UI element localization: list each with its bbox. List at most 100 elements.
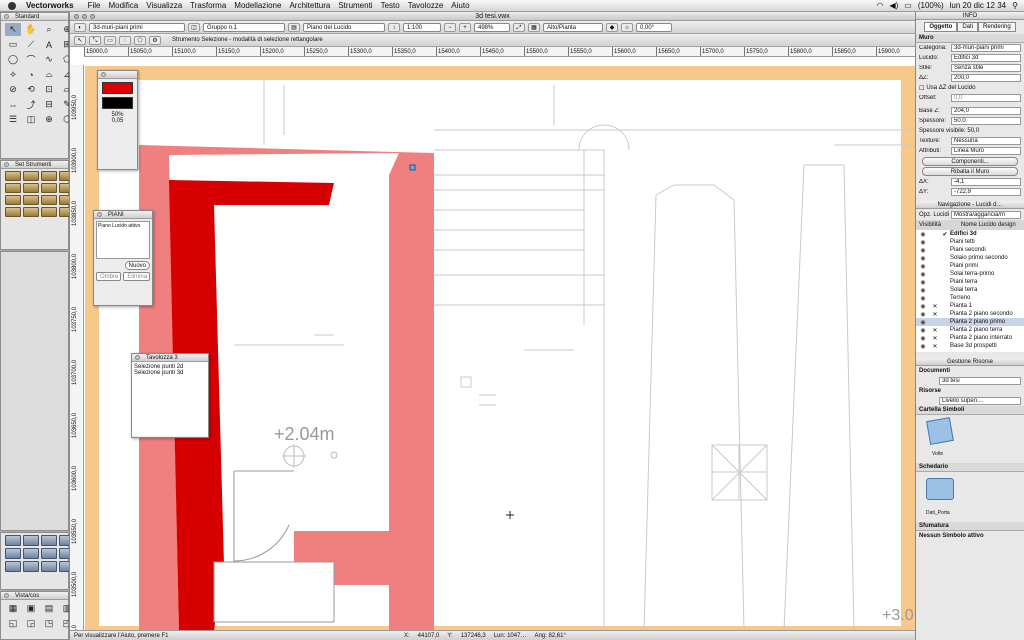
eye-icon[interactable]: ◉ [916, 247, 930, 254]
resource-filter[interactable]: Livello superi… [939, 397, 1021, 405]
zoom-out-icon[interactable]: − [444, 22, 456, 32]
minimize-icon[interactable] [82, 14, 87, 19]
layer-icon[interactable]: ▤ [288, 22, 300, 32]
list-item[interactable]: Selezione punti 3d [134, 370, 206, 376]
close-icon[interactable] [135, 355, 140, 360]
layer-row[interactable]: ◉ Piani tetti [916, 238, 1024, 246]
layer-row[interactable]: ◉ Solai terra [916, 286, 1024, 294]
symbol-thumbnail[interactable] [926, 478, 954, 500]
architecture-tool-icon[interactable] [23, 561, 39, 572]
new-button[interactable]: Nuovo [124, 261, 150, 270]
menu-architettura[interactable]: Architettura [285, 0, 334, 12]
clip-tool-icon[interactable]: ⊟ [41, 98, 57, 111]
toolset-icon[interactable] [5, 195, 21, 205]
close-icon[interactable] [4, 162, 9, 167]
polygon-select-icon[interactable]: ⬠ [134, 35, 146, 45]
layer-row[interactable]: ◉ Piani secondi [916, 246, 1024, 254]
layer-options-select[interactable]: Mostra/aggancia/m [951, 211, 1021, 219]
class-icon[interactable]: ◐ [74, 22, 86, 32]
eye-icon[interactable]: ◉ [916, 343, 930, 350]
close-icon[interactable] [4, 14, 9, 19]
zoom-icon[interactable] [90, 14, 95, 19]
field-value[interactable]: Edifici 3d [951, 54, 1021, 62]
menu-visualizza[interactable]: Visualizza [142, 0, 186, 12]
toolset-icon[interactable] [41, 195, 57, 205]
toolset-icon[interactable] [23, 171, 39, 181]
components-button[interactable]: Componenti... [922, 157, 1018, 166]
arc-tool-icon[interactable]: ⌒ [23, 53, 39, 66]
attributes-select[interactable]: Linea Muro [951, 147, 1021, 155]
architecture-tool-icon[interactable] [5, 561, 21, 572]
eye-icon[interactable]: ◉ [916, 279, 930, 286]
architecture-tool-icon[interactable] [23, 535, 39, 546]
wall-tool-icon[interactable]: ◫ [23, 113, 39, 126]
battery-icon[interactable]: ▭ [904, 1, 912, 10]
eye-icon[interactable]: ◉ [916, 327, 930, 334]
layer-row[interactable]: ◉ ✕ Pianta 2 piano secondo [916, 310, 1024, 318]
dx-field[interactable]: -4,1 [951, 178, 1021, 186]
rect-select-icon[interactable]: ▭ [104, 35, 116, 45]
close-icon[interactable] [101, 72, 106, 77]
menu-modellazione[interactable]: Modellazione [230, 0, 285, 12]
texture-select[interactable]: Nessuna [951, 137, 1021, 145]
eye-icon[interactable]: ◉ [916, 295, 930, 302]
toolset-icon[interactable] [23, 207, 39, 217]
drawing-canvas[interactable]: +2.04m +3.0 [84, 65, 916, 630]
folder-header[interactable]: Sfumatura [916, 522, 1024, 531]
architecture-tool-icon[interactable] [41, 561, 57, 572]
angle-field[interactable]: 0,00° [636, 22, 672, 32]
eye-icon[interactable]: ◉ [916, 303, 930, 310]
symbol-thumbnail[interactable] [926, 417, 954, 445]
layer-row[interactable]: ◉ Pianta 2 piano primo [916, 318, 1024, 326]
circle-tool-icon[interactable]: ◯ [5, 53, 21, 66]
architecture-tool-icon[interactable] [5, 548, 21, 559]
field-value[interactable]: Senza stile [951, 64, 1021, 72]
architecture-tool-icon[interactable] [23, 548, 39, 559]
rounded-rect-tool-icon[interactable]: ⌓ [41, 68, 57, 81]
toolset-icon[interactable] [23, 195, 39, 205]
layer-row[interactable]: ◉ ✕ Pianta 1 [916, 302, 1024, 310]
locus-tool-icon[interactable]: ⊕ [41, 113, 57, 126]
select-mode-icon[interactable]: ↖ [74, 35, 86, 45]
regular-polygon-tool-icon[interactable]: ⊘ [5, 83, 21, 96]
layer-row[interactable]: ◉ ✕ Pianta 2 piano interrato [916, 334, 1024, 342]
column-header[interactable]: Nome Lucido design [961, 222, 1016, 228]
pen-swatch[interactable] [102, 97, 133, 109]
eye-icon[interactable]: ◉ [916, 255, 930, 262]
view-combo[interactable]: Alto/Pianta [543, 22, 603, 32]
menu-modifica[interactable]: Modifica [104, 0, 142, 12]
eye-icon[interactable]: ◉ [916, 239, 930, 246]
fit-icon[interactable]: ⤢ [513, 22, 525, 32]
clock[interactable]: lun 20 dic 12 34 [950, 1, 1007, 10]
architecture-tool-icon[interactable] [41, 535, 57, 546]
layer-row[interactable]: ◉ Solai terra-primo [916, 270, 1024, 278]
zoom-tool-icon[interactable]: ⌕ [41, 23, 57, 36]
toolset-icon[interactable] [5, 207, 21, 217]
layer-row[interactable]: ◉ Piani terra [916, 278, 1024, 286]
menu-testo[interactable]: Testo [377, 0, 404, 12]
pan-tool-icon[interactable]: ✋ [23, 23, 39, 36]
menu-trasforma[interactable]: Trasforma [186, 0, 230, 12]
thickness-field[interactable]: 50,0 [951, 117, 1021, 125]
view-tool-icon[interactable]: ▦ [5, 602, 21, 615]
menu-file[interactable]: File [84, 0, 105, 12]
view-tool-icon[interactable]: ▤ [41, 602, 57, 615]
layer-row[interactable]: ◉ Piani primi [916, 262, 1024, 270]
toolset-icon[interactable] [5, 171, 21, 181]
group-combo[interactable]: Gruppo n.1 [203, 22, 285, 32]
scale-field[interactable]: 1:100 [403, 22, 441, 32]
checkbox[interactable]: ☐ [919, 85, 924, 92]
move-tool-icon[interactable]: ⇔ [5, 98, 21, 111]
mirror-tool-icon[interactable]: ⊡ [41, 83, 57, 96]
menu-tavolozze[interactable]: Tavolozze [404, 0, 448, 12]
eye-icon[interactable]: ◉ [916, 287, 930, 294]
dy-field[interactable]: -722,9 [951, 188, 1021, 196]
toolset-icon[interactable] [41, 171, 57, 181]
rotate-tool-icon[interactable]: ⟲ [23, 83, 39, 96]
scale-icon[interactable]: ↕ [388, 22, 400, 32]
eye-icon[interactable]: ◉ [916, 319, 930, 326]
dimension-tool-icon[interactable]: ☰ [5, 113, 21, 126]
group-icon[interactable]: ◫ [188, 22, 200, 32]
reshape-tool-icon[interactable]: ⤴ [23, 98, 39, 111]
eye-icon[interactable]: ◉ [916, 231, 930, 238]
